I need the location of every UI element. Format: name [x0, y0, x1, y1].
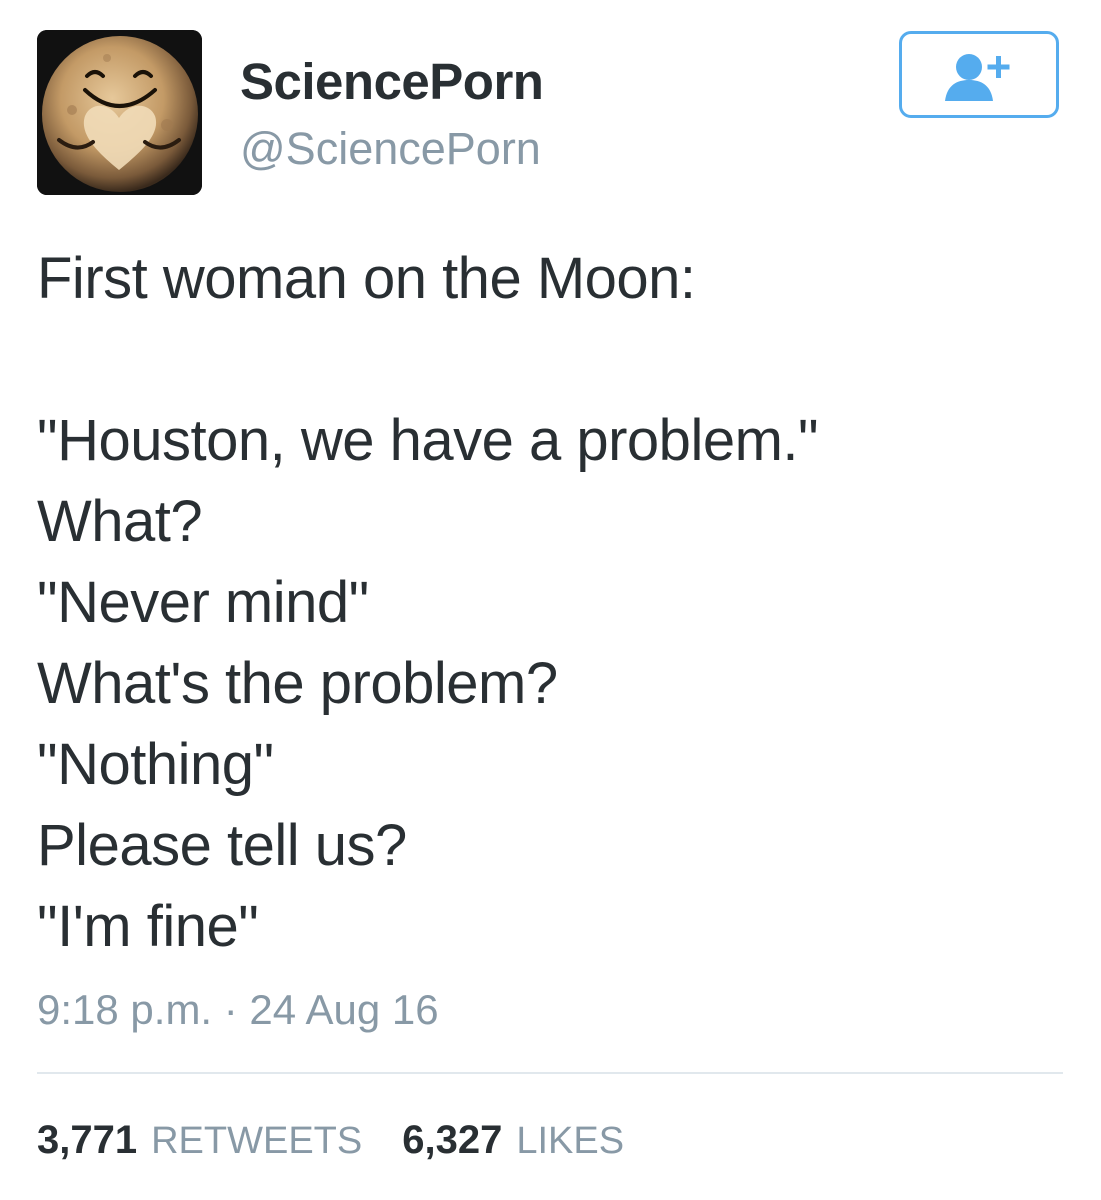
likes-stat[interactable]: 6,327 LIKES	[402, 1118, 624, 1163]
tweet-line: First woman on the Moon:	[37, 246, 696, 311]
tweet-card: SciencePorn @SciencePorn First woman on …	[0, 0, 1101, 1200]
pluto-heart-icon	[37, 30, 202, 195]
tweet-line: What?	[37, 489, 203, 554]
tweet-line: "Houston, we have a problem."	[37, 408, 819, 473]
tweet-line: "Nothing"	[37, 732, 274, 797]
tweet-line: "Never mind"	[37, 570, 369, 635]
user-handle[interactable]: @SciencePorn	[240, 123, 541, 175]
likes-label: LIKES	[516, 1120, 625, 1162]
tweet-timestamp[interactable]: 9:18 p.m. · 24 Aug 16	[37, 986, 439, 1034]
display-name[interactable]: SciencePorn	[240, 52, 544, 111]
follow-button[interactable]	[899, 31, 1059, 118]
avatar[interactable]	[37, 30, 202, 195]
tweet-line: What's the problem?	[37, 651, 558, 716]
retweets-label: RETWEETS	[151, 1120, 363, 1162]
tweet-stats: 3,771 RETWEETS 6,327 LIKES	[37, 1118, 664, 1163]
retweets-stat[interactable]: 3,771 RETWEETS	[37, 1118, 362, 1163]
likes-count: 6,327	[402, 1118, 503, 1162]
tweet-line: "I'm fine"	[37, 894, 259, 959]
follow-user-plus-icon	[945, 53, 1010, 101]
tweet-line: Please tell us?	[37, 813, 407, 878]
retweets-count: 3,771	[37, 1118, 138, 1162]
divider	[37, 1072, 1063, 1074]
tweet-text: First woman on the Moon: "Houston, we ha…	[37, 238, 1067, 967]
